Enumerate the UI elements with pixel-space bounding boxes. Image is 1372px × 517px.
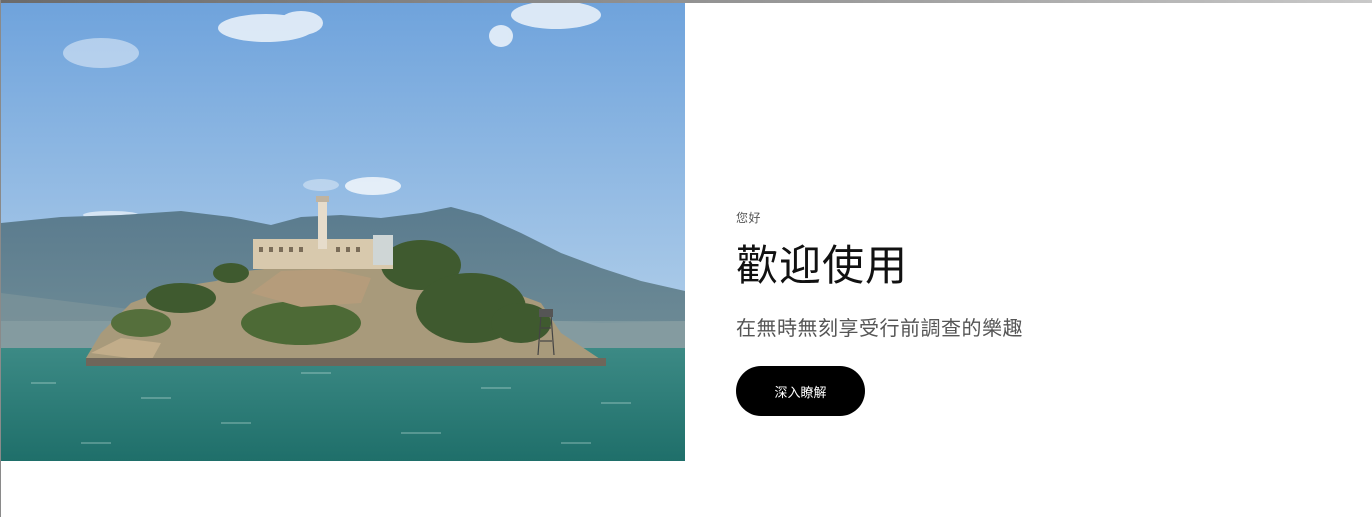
hero-headline: 歡迎使用 bbox=[736, 241, 909, 290]
hero-image bbox=[1, 3, 685, 461]
hero-subhead: 在無時無刻享受行前調查的樂趣 bbox=[736, 316, 1023, 340]
learn-more-button[interactable]: 深入瞭解 bbox=[736, 366, 865, 416]
hero-text-block: 您好 歡迎使用 在無時無刻享受行前調查的樂趣 深入瞭解 bbox=[736, 210, 1296, 416]
hero-kicker: 您好 bbox=[736, 211, 762, 225]
